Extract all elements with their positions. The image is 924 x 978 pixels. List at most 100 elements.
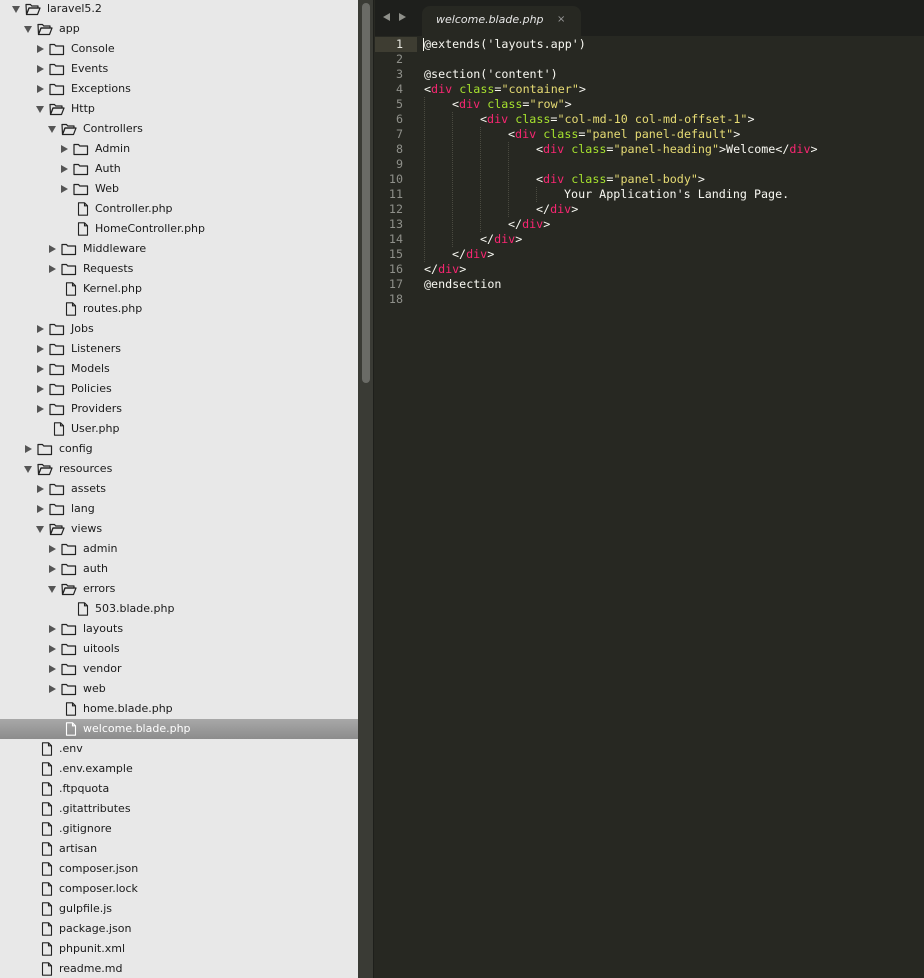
code-editor[interactable]: 1 2 3 4 5 6 7 8 9 10 11 12 13 14 15 16 17 18 @extends('la… [375, 36, 924, 978]
tree-item-label: Http [71, 102, 95, 115]
tree-folder-admin[interactable]: Admin [0, 139, 358, 159]
disclosure-closed-icon[interactable] [61, 184, 68, 193]
tree-folder-resources[interactable]: resources [0, 459, 358, 479]
tree-file-routes-php[interactable]: routes.php [0, 299, 358, 319]
tree-folder-exceptions[interactable]: Exceptions [0, 79, 358, 99]
disclosure-closed-icon[interactable] [49, 564, 56, 573]
code-line[interactable]: <div class="container"> [424, 82, 586, 97]
disclosure-closed-icon[interactable] [37, 404, 44, 413]
tab-close-icon[interactable]: × [557, 6, 565, 33]
code-line[interactable]: </div> [424, 262, 466, 277]
tree-file-welcome-blade-php[interactable]: welcome.blade.php [0, 719, 358, 739]
disclosure-closed-icon[interactable] [37, 384, 44, 393]
disclosure-open-icon[interactable] [36, 526, 44, 533]
tree-folder-web[interactable]: web [0, 679, 358, 699]
tree-folder-middleware[interactable]: Middleware [0, 239, 358, 259]
tree-folder-app[interactable]: app [0, 19, 358, 39]
code-line[interactable]: Your Application's Landing Page. [564, 187, 789, 202]
code-line[interactable]: <div class="panel panel-default"> [508, 127, 740, 142]
disclosure-open-icon[interactable] [48, 586, 56, 593]
tree-folder-vendor[interactable]: vendor [0, 659, 358, 679]
disclosure-closed-icon[interactable] [49, 544, 56, 553]
code-line[interactable]: </div> [452, 247, 494, 262]
disclosure-closed-icon[interactable] [49, 624, 56, 633]
disclosure-open-icon[interactable] [12, 6, 20, 13]
tree-folder-policies[interactable]: Policies [0, 379, 358, 399]
disclosure-closed-icon[interactable] [49, 644, 56, 653]
sidebar-scrollbar-thumb[interactable] [362, 3, 370, 383]
tree-file-home-blade-php[interactable]: home.blade.php [0, 699, 358, 719]
disclosure-open-icon[interactable] [24, 26, 32, 33]
tree-folder-models[interactable]: Models [0, 359, 358, 379]
tree-folder-config[interactable]: config [0, 439, 358, 459]
disclosure-closed-icon[interactable] [37, 324, 44, 333]
tree-folder-jobs[interactable]: Jobs [0, 319, 358, 339]
disclosure-closed-icon[interactable] [37, 84, 44, 93]
disclosure-closed-icon[interactable] [61, 164, 68, 173]
tree-folder-providers[interactable]: Providers [0, 399, 358, 419]
tree-folder-console[interactable]: Console [0, 39, 358, 59]
disclosure-open-icon[interactable] [36, 106, 44, 113]
disclosure-closed-icon[interactable] [37, 504, 44, 513]
tree-file-controller-php[interactable]: Controller.php [0, 199, 358, 219]
tree-file-artisan[interactable]: artisan [0, 839, 358, 859]
disclosure-closed-icon[interactable] [37, 484, 44, 493]
tree-folder-events[interactable]: Events [0, 59, 358, 79]
tree-folder-web[interactable]: Web [0, 179, 358, 199]
tree-file-readme-md[interactable]: readme.md [0, 959, 358, 978]
tree-file-gitattributes[interactable]: .gitattributes [0, 799, 358, 819]
code-line[interactable]: <div class="row"> [452, 97, 572, 112]
tab-welcome-blade[interactable]: welcome.blade.php × [422, 6, 581, 36]
tree-file-user-php[interactable]: User.php [0, 419, 358, 439]
tree-folder-listeners[interactable]: Listeners [0, 339, 358, 359]
tree-folder-auth[interactable]: Auth [0, 159, 358, 179]
tree-file-env[interactable]: .env [0, 739, 358, 759]
tree-file-homecontroller-php[interactable]: HomeController.php [0, 219, 358, 239]
code-line[interactable]: </div> [480, 232, 522, 247]
tree-folder-requests[interactable]: Requests [0, 259, 358, 279]
tree-folder-controllers[interactable]: Controllers [0, 119, 358, 139]
disclosure-closed-icon[interactable] [37, 344, 44, 353]
tree-file-gulpfile-js[interactable]: gulpfile.js [0, 899, 358, 919]
tree-file-ftpquota[interactable]: .ftpquota [0, 779, 358, 799]
tree-file-composer-lock[interactable]: composer.lock [0, 879, 358, 899]
tree-folder-views[interactable]: views [0, 519, 358, 539]
tree-folder-auth[interactable]: auth [0, 559, 358, 579]
code-line[interactable]: </div> [536, 202, 578, 217]
code-line[interactable]: <div class="col-md-10 col-md-offset-1"> [480, 112, 755, 127]
code-line[interactable]: @endsection [424, 277, 501, 292]
code-line[interactable]: </div> [508, 217, 550, 232]
tab-nav-right-icon[interactable] [399, 13, 406, 21]
tree-folder-http[interactable]: Http [0, 99, 358, 119]
disclosure-closed-icon[interactable] [25, 444, 32, 453]
disclosure-open-icon[interactable] [24, 466, 32, 473]
disclosure-closed-icon[interactable] [37, 44, 44, 53]
tree-folder-lang[interactable]: lang [0, 499, 358, 519]
disclosure-closed-icon[interactable] [49, 664, 56, 673]
tree-file-composer-json[interactable]: composer.json [0, 859, 358, 879]
tree-file-package-json[interactable]: package.json [0, 919, 358, 939]
tab-nav-left-icon[interactable] [383, 13, 390, 21]
tree-folder-admin[interactable]: admin [0, 539, 358, 559]
disclosure-closed-icon[interactable] [49, 684, 56, 693]
code-line[interactable]: @section('content') [424, 67, 558, 82]
code-line[interactable]: @extends('layouts.app') [424, 37, 586, 52]
disclosure-closed-icon[interactable] [37, 364, 44, 373]
tree-file-phpunit-xml[interactable]: phpunit.xml [0, 939, 358, 959]
tree-folder-assets[interactable]: assets [0, 479, 358, 499]
tree-file-kernel-php[interactable]: Kernel.php [0, 279, 358, 299]
tree-folder-laravel5-2[interactable]: laravel5.2 [0, 0, 358, 19]
tree-file-gitignore[interactable]: .gitignore [0, 819, 358, 839]
disclosure-open-icon[interactable] [48, 126, 56, 133]
code-line[interactable]: <div class="panel-heading">Welcome</div> [536, 142, 818, 157]
tree-file-env-example[interactable]: .env.example [0, 759, 358, 779]
disclosure-closed-icon[interactable] [37, 64, 44, 73]
code-line[interactable]: <div class="panel-body"> [536, 172, 705, 187]
tree-file-503-blade-php[interactable]: 503.blade.php [0, 599, 358, 619]
tree-folder-uitools[interactable]: uitools [0, 639, 358, 659]
disclosure-closed-icon[interactable] [49, 264, 56, 273]
disclosure-closed-icon[interactable] [49, 244, 56, 253]
tree-folder-layouts[interactable]: layouts [0, 619, 358, 639]
tree-folder-errors[interactable]: errors [0, 579, 358, 599]
disclosure-closed-icon[interactable] [61, 144, 68, 153]
